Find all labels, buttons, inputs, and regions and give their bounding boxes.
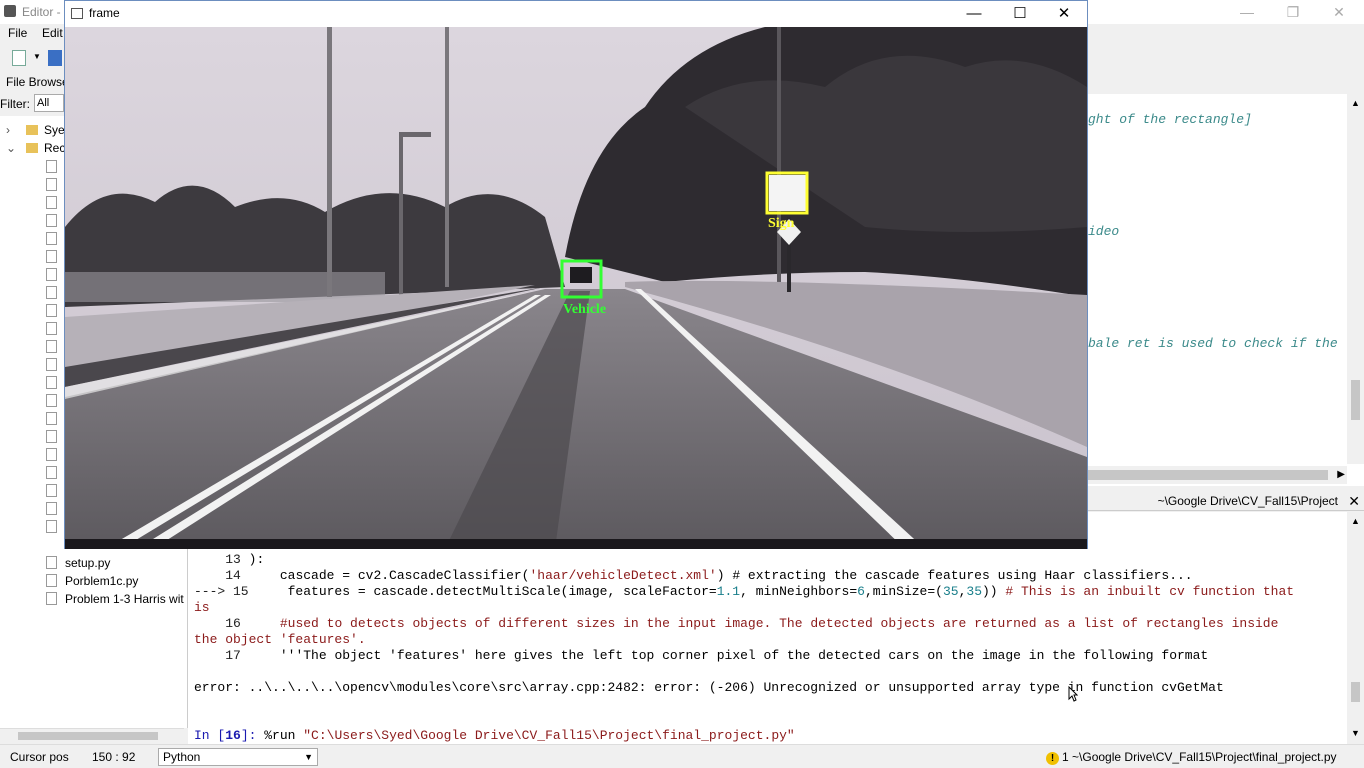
console-line-15: ---> 15 features = cascade.detectMultiSc… — [194, 584, 1295, 599]
toolbar: ▼ — [0, 44, 64, 72]
console-line-13: 13 ): — [225, 552, 265, 567]
scrollbar-thumb[interactable] — [1351, 682, 1360, 702]
console-prompt[interactable]: In [16]: %run "C:\Users\Syed\Google Driv… — [194, 728, 795, 743]
file-icon[interactable] — [46, 178, 57, 191]
frame-window[interactable]: frame — ☐ ✕ Vehicle Sign — [64, 0, 1088, 549]
folder-icon — [26, 125, 38, 135]
file-icon[interactable] — [46, 412, 57, 425]
file-icon[interactable] — [46, 448, 57, 461]
console-line-17: 17 '''The object 'features' here gives t… — [225, 648, 1209, 663]
console-line-14: 14 cascade = cv2.CascadeClassifier('haar… — [225, 568, 1193, 583]
scroll-right-icon[interactable]: ▶ — [1337, 469, 1345, 480]
scroll-down-icon[interactable]: ▼ — [1351, 728, 1360, 738]
console-line-15-wrap: is — [194, 600, 210, 615]
file-icon[interactable] — [46, 196, 57, 209]
filter-select[interactable]: All Su — [34, 94, 64, 112]
warning-icon: ! — [1046, 752, 1059, 765]
file-item[interactable]: setup.py — [46, 556, 110, 570]
video-frame: Vehicle Sign — [65, 27, 1087, 549]
dropdown-arrow-icon[interactable]: ▼ — [33, 52, 41, 61]
file-icon[interactable] — [46, 466, 57, 479]
menubar: File Edit — [0, 24, 64, 42]
file-item[interactable]: Problem 1-3 Harris wit — [46, 592, 184, 606]
frame-titlebar[interactable]: frame — ☐ ✕ — [65, 1, 1087, 27]
restore-icon[interactable]: ❐ — [1270, 0, 1316, 24]
mouse-cursor-icon — [1068, 685, 1079, 702]
file-icon[interactable] — [46, 340, 57, 353]
cursor-pos-value: 150 : 92 — [92, 750, 136, 764]
close-icon[interactable]: ✕ — [1316, 0, 1362, 24]
filter-label: Filter: — [0, 97, 30, 111]
file-icon[interactable] — [46, 160, 57, 173]
close-icon[interactable]: ✕ — [1041, 1, 1087, 27]
file-icon[interactable] — [46, 304, 57, 317]
console-line-16: 16 #used to detects objects of different… — [225, 616, 1279, 631]
road-scene-image: Vehicle Sign — [65, 27, 1087, 549]
file-browser-label: File Browser — [6, 75, 73, 89]
file-icon — [46, 556, 57, 569]
console-tab[interactable]: ~\Google Drive\CV_Fall15\Project ✕ — [1088, 491, 1364, 511]
status-bar: Cursor pos 150 : 92 Python ▼ ! 1 ~\Google… — [0, 744, 1364, 768]
editor-title: Editor - — [22, 5, 61, 19]
scrollbar-thumb[interactable] — [18, 732, 158, 740]
file-icon[interactable] — [46, 358, 57, 371]
console-tab-label: ~\Google Drive\CV_Fall15\Project — [1157, 494, 1338, 508]
frame-title: frame — [89, 6, 120, 20]
window-icon — [71, 8, 83, 19]
file-icon[interactable] — [46, 214, 57, 227]
code-horizontal-scrollbar[interactable]: ▶ — [1088, 466, 1347, 484]
cursor-pos-label: Cursor pos — [10, 750, 69, 764]
scroll-up-icon[interactable]: ▲ — [1351, 98, 1360, 108]
file-tree-scrollbar[interactable] — [0, 728, 184, 742]
folder-icon — [26, 143, 38, 153]
file-icon[interactable] — [46, 286, 57, 299]
maximize-icon[interactable]: ☐ — [997, 1, 1043, 27]
warning-indicator[interactable]: ! 1 ~\Google Drive\CV_Fall15\Project\fina… — [1046, 750, 1337, 765]
file-icon[interactable] — [46, 250, 57, 263]
file-icon — [46, 574, 57, 587]
chevron-down-icon: ▼ — [304, 752, 313, 762]
minimize-icon[interactable]: — — [951, 1, 997, 27]
language-select[interactable]: Python ▼ — [158, 748, 318, 766]
file-icon — [46, 592, 57, 605]
save-icon[interactable] — [48, 50, 62, 66]
file-icon[interactable] — [46, 394, 57, 407]
close-tab-icon[interactable]: ✕ — [1348, 493, 1360, 510]
menu-edit[interactable]: Edit — [42, 26, 63, 40]
code-editor[interactable] — [1088, 94, 1364, 486]
tree-folder-1[interactable]: › Sye — [6, 123, 65, 137]
scroll-up-icon[interactable]: ▲ — [1351, 516, 1360, 526]
chevron-down-icon[interactable]: ⌄ — [6, 141, 18, 155]
scrollbar-thumb[interactable] — [1088, 470, 1328, 480]
file-icon[interactable] — [46, 502, 57, 515]
sign-detection-label: Sign — [768, 216, 795, 231]
file-icon[interactable] — [46, 376, 57, 389]
console-line-16-wrap: the object 'features'. — [194, 632, 366, 647]
menu-file[interactable]: File — [8, 26, 27, 40]
editor-app-icon — [4, 5, 16, 17]
chevron-right-icon[interactable]: › — [6, 123, 18, 137]
file-icon[interactable] — [46, 232, 57, 245]
new-file-icon[interactable] — [12, 50, 26, 66]
vehicle-detection-label: Vehicle — [563, 302, 606, 317]
file-icon[interactable] — [46, 268, 57, 281]
file-icon[interactable] — [46, 484, 57, 497]
scrollbar-thumb[interactable] — [1351, 380, 1360, 420]
console-vertical-scrollbar[interactable]: ▲ ▼ — [1347, 512, 1364, 744]
file-item[interactable]: Porblem1c.py — [46, 574, 138, 588]
minimize-icon[interactable]: — — [1224, 0, 1270, 24]
file-icon[interactable] — [46, 430, 57, 443]
current-file-path: ~\Google Drive\CV_Fall15\Project\final_p… — [1072, 750, 1337, 764]
code-vertical-scrollbar[interactable]: ▲ — [1347, 94, 1364, 464]
code-comment-line: bale ret is used to check if the — [1088, 336, 1338, 351]
code-comment-line: ght of the rectangle] — [1088, 112, 1252, 127]
file-icon[interactable] — [46, 322, 57, 335]
tree-folder-2[interactable]: ⌄ Rec — [6, 141, 65, 155]
file-icon[interactable] — [46, 520, 57, 533]
code-comment-line: ideo — [1088, 224, 1120, 239]
